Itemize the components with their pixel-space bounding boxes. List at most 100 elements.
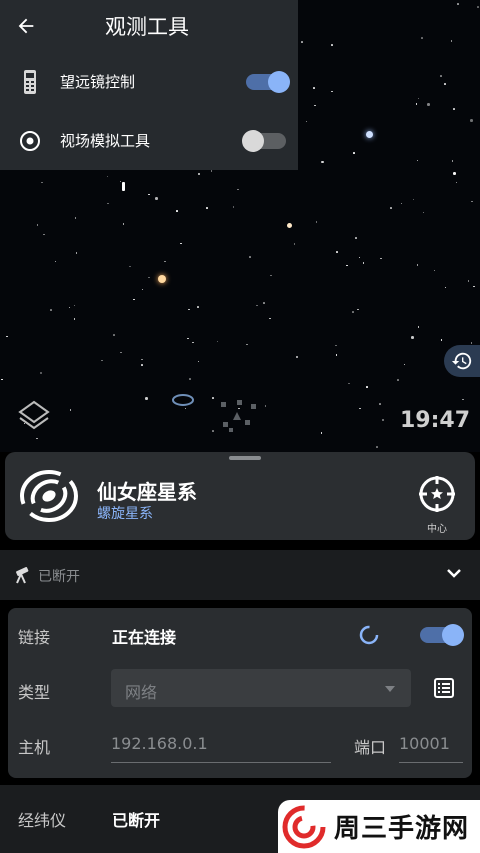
- star: [366, 386, 368, 388]
- star: [269, 317, 271, 320]
- star: [450, 40, 453, 42]
- telescope-remote-icon: [24, 69, 36, 94]
- star: [421, 37, 423, 39]
- back-button[interactable]: [0, 0, 52, 52]
- star: [106, 175, 109, 178]
- star: [403, 363, 406, 366]
- star: [36, 437, 38, 440]
- arrow-left-icon: [18, 18, 34, 34]
- object-name: 仙女座星系: [97, 480, 197, 504]
- star: [122, 223, 125, 225]
- galaxy-marker-icon[interactable]: [170, 392, 196, 408]
- star: [263, 302, 265, 304]
- star: [6, 335, 8, 338]
- star: [473, 285, 475, 288]
- spiral-galaxy-icon: [20, 470, 78, 522]
- star: [212, 430, 214, 432]
- bright-star[interactable]: [122, 182, 125, 191]
- chevron-down-icon[interactable]: [446, 568, 462, 580]
- star: [101, 359, 103, 362]
- star: [453, 108, 455, 110]
- star: [321, 160, 324, 164]
- star: [440, 75, 442, 77]
- mount-value: 已断开: [112, 811, 161, 830]
- star: [141, 288, 144, 291]
- layers-icon: [18, 400, 50, 430]
- layers-button[interactable]: [16, 398, 52, 434]
- star: [148, 193, 150, 196]
- star: [335, 344, 337, 347]
- star: [216, 340, 219, 343]
- telescope-status-bar[interactable]: 已断开: [0, 550, 480, 600]
- history-button[interactable]: [444, 345, 480, 377]
- bright-star[interactable]: [287, 223, 292, 228]
- panel-item-fov-simulation[interactable]: 视场模拟工具: [0, 111, 298, 170]
- star: [246, 343, 248, 346]
- panel-item-label: 望远镜控制: [60, 73, 136, 91]
- history-icon: [451, 352, 472, 370]
- star: [249, 256, 251, 258]
- star: [107, 202, 109, 205]
- host-input[interactable]: 192.168.0.1: [111, 734, 331, 763]
- star: [155, 197, 158, 200]
- type-select-value: 网络: [125, 683, 158, 702]
- star: [145, 397, 148, 400]
- type-label: 类型: [18, 683, 51, 702]
- mount-label: 经纬仪: [18, 811, 67, 830]
- star: [197, 306, 199, 308]
- star: [189, 378, 191, 380]
- star: [331, 44, 333, 46]
- caret-down-icon: [385, 686, 395, 692]
- star: [457, 3, 459, 5]
- center-button[interactable]: 中心: [415, 474, 459, 535]
- watermark-text: 周三手游网: [334, 814, 470, 844]
- object-info-card[interactable]: 仙女座星系 螺旋星系 中心: [5, 452, 475, 540]
- list-icon[interactable]: [434, 678, 454, 698]
- connection-settings-card: 链接 正在连接 类型 网络 主机 192.168.0.1 端口 10001: [8, 608, 472, 778]
- star: [68, 306, 71, 309]
- star: [453, 172, 456, 175]
- star: [353, 152, 355, 154]
- host-placeholder: 192.168.0.1: [111, 734, 208, 753]
- star: [336, 251, 338, 253]
- port-input[interactable]: 10001: [399, 734, 463, 763]
- star: [359, 407, 361, 410]
- star: [320, 432, 323, 434]
- telescope-control-toggle[interactable]: [246, 71, 290, 93]
- star: [256, 304, 258, 306]
- panel-item-telescope-control[interactable]: 望远镜控制: [0, 52, 298, 111]
- star: [352, 311, 354, 313]
- star: [462, 398, 464, 401]
- star: [346, 264, 348, 267]
- cluster-marker-icon: [221, 400, 256, 432]
- port-placeholder: 10001: [399, 734, 450, 753]
- drag-handle[interactable]: [229, 456, 261, 460]
- star: [75, 252, 77, 254]
- star: [73, 304, 76, 307]
- sky-clock: 19:47: [399, 408, 470, 433]
- bright-star[interactable]: [366, 131, 373, 138]
- star: [315, 221, 318, 223]
- star: [397, 379, 399, 381]
- star: [141, 358, 143, 361]
- link-toggle[interactable]: [420, 624, 464, 646]
- panel-item-label: 视场模拟工具: [60, 132, 151, 150]
- star: [180, 242, 182, 245]
- bright-star[interactable]: [158, 275, 166, 283]
- fov-simulation-toggle[interactable]: [242, 130, 286, 152]
- star: [422, 211, 425, 214]
- star: [470, 119, 473, 122]
- panel-title: 观测工具: [105, 15, 189, 39]
- star: [36, 224, 39, 226]
- star: [141, 364, 143, 366]
- type-select[interactable]: 网络: [111, 669, 411, 707]
- star: [43, 233, 45, 236]
- star: [237, 188, 239, 191]
- star: [313, 87, 315, 89]
- star: [415, 103, 418, 105]
- star: [293, 243, 296, 245]
- star: [427, 103, 430, 106]
- star: [192, 341, 194, 343]
- port-label: 端口: [354, 738, 387, 757]
- star: [411, 336, 414, 339]
